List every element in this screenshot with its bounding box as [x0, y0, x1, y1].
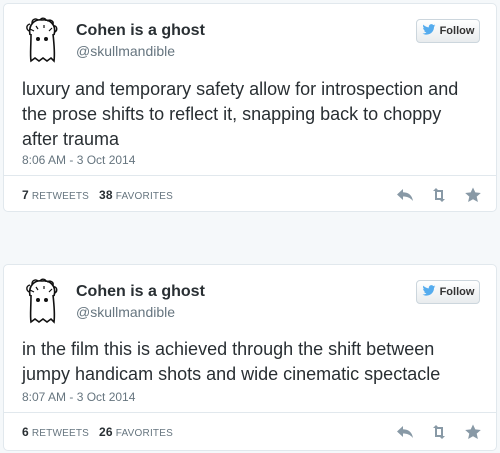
tweet-timestamp[interactable]: 8:07 AM - 3 Oct 2014: [22, 390, 135, 404]
retweet-icon[interactable]: [430, 424, 448, 440]
tweet-card: Cohen is a ghost @skullmandible Follow l…: [3, 3, 497, 212]
screen-name[interactable]: @skullmandible: [76, 303, 205, 321]
tweet-footer: 6 RETWEETS 26 FAVORITES: [22, 421, 482, 443]
retweet-icon[interactable]: [430, 187, 448, 203]
favorite-icon[interactable]: [464, 424, 482, 440]
divider: [4, 412, 496, 413]
twitter-bird-icon: [422, 23, 436, 39]
display-name[interactable]: Cohen is a ghost: [76, 282, 205, 301]
divider: [4, 175, 496, 176]
tweet-actions: [396, 424, 482, 440]
favorite-stat[interactable]: 26 FAVORITES: [99, 425, 173, 439]
follow-label: Follow: [439, 25, 475, 37]
retweet-label: RETWEETS: [31, 191, 90, 202]
user-names: Cohen is a ghost @skullmandible: [76, 282, 205, 321]
favorite-count: 26: [99, 425, 113, 439]
favorite-count: 38: [99, 188, 113, 202]
follow-button[interactable]: Follow: [416, 19, 480, 43]
tweet-header: Cohen is a ghost @skullmandible Follow: [22, 278, 480, 328]
display-name[interactable]: Cohen is a ghost: [76, 21, 205, 40]
follow-button[interactable]: Follow: [416, 280, 480, 304]
avatar[interactable]: [22, 17, 62, 63]
twitter-bird-icon: [422, 284, 436, 300]
tweet-text: in the film this is achieved through the…: [22, 339, 441, 384]
follow-label: Follow: [439, 286, 475, 298]
tweet-header: Cohen is a ghost @skullmandible Follow: [22, 17, 480, 67]
retweet-count: 6: [22, 425, 29, 439]
favorite-stat[interactable]: 38 FAVORITES: [99, 188, 173, 202]
screen-name[interactable]: @skullmandible: [76, 42, 205, 60]
tweet-actions: [396, 187, 482, 203]
avatar[interactable]: [22, 278, 62, 324]
favorite-label: FAVORITES: [115, 191, 173, 202]
tweet-timestamp[interactable]: 8:06 AM - 3 Oct 2014: [22, 153, 135, 167]
reply-icon[interactable]: [396, 187, 414, 203]
tweet-text: luxury and temporary safety allow for in…: [22, 79, 459, 149]
tweet-footer: 7 RETWEETS 38 FAVORITES: [22, 184, 482, 206]
favorite-icon[interactable]: [464, 187, 482, 203]
retweet-label: RETWEETS: [31, 428, 90, 439]
retweet-stat[interactable]: 6 RETWEETS: [22, 425, 89, 439]
tweet-card: Cohen is a ghost @skullmandible Follow i…: [3, 264, 497, 451]
favorite-label: FAVORITES: [115, 428, 173, 439]
reply-icon[interactable]: [396, 424, 414, 440]
retweet-count: 7: [22, 188, 29, 202]
retweet-stat[interactable]: 7 RETWEETS: [22, 188, 89, 202]
user-names: Cohen is a ghost @skullmandible: [76, 21, 205, 60]
